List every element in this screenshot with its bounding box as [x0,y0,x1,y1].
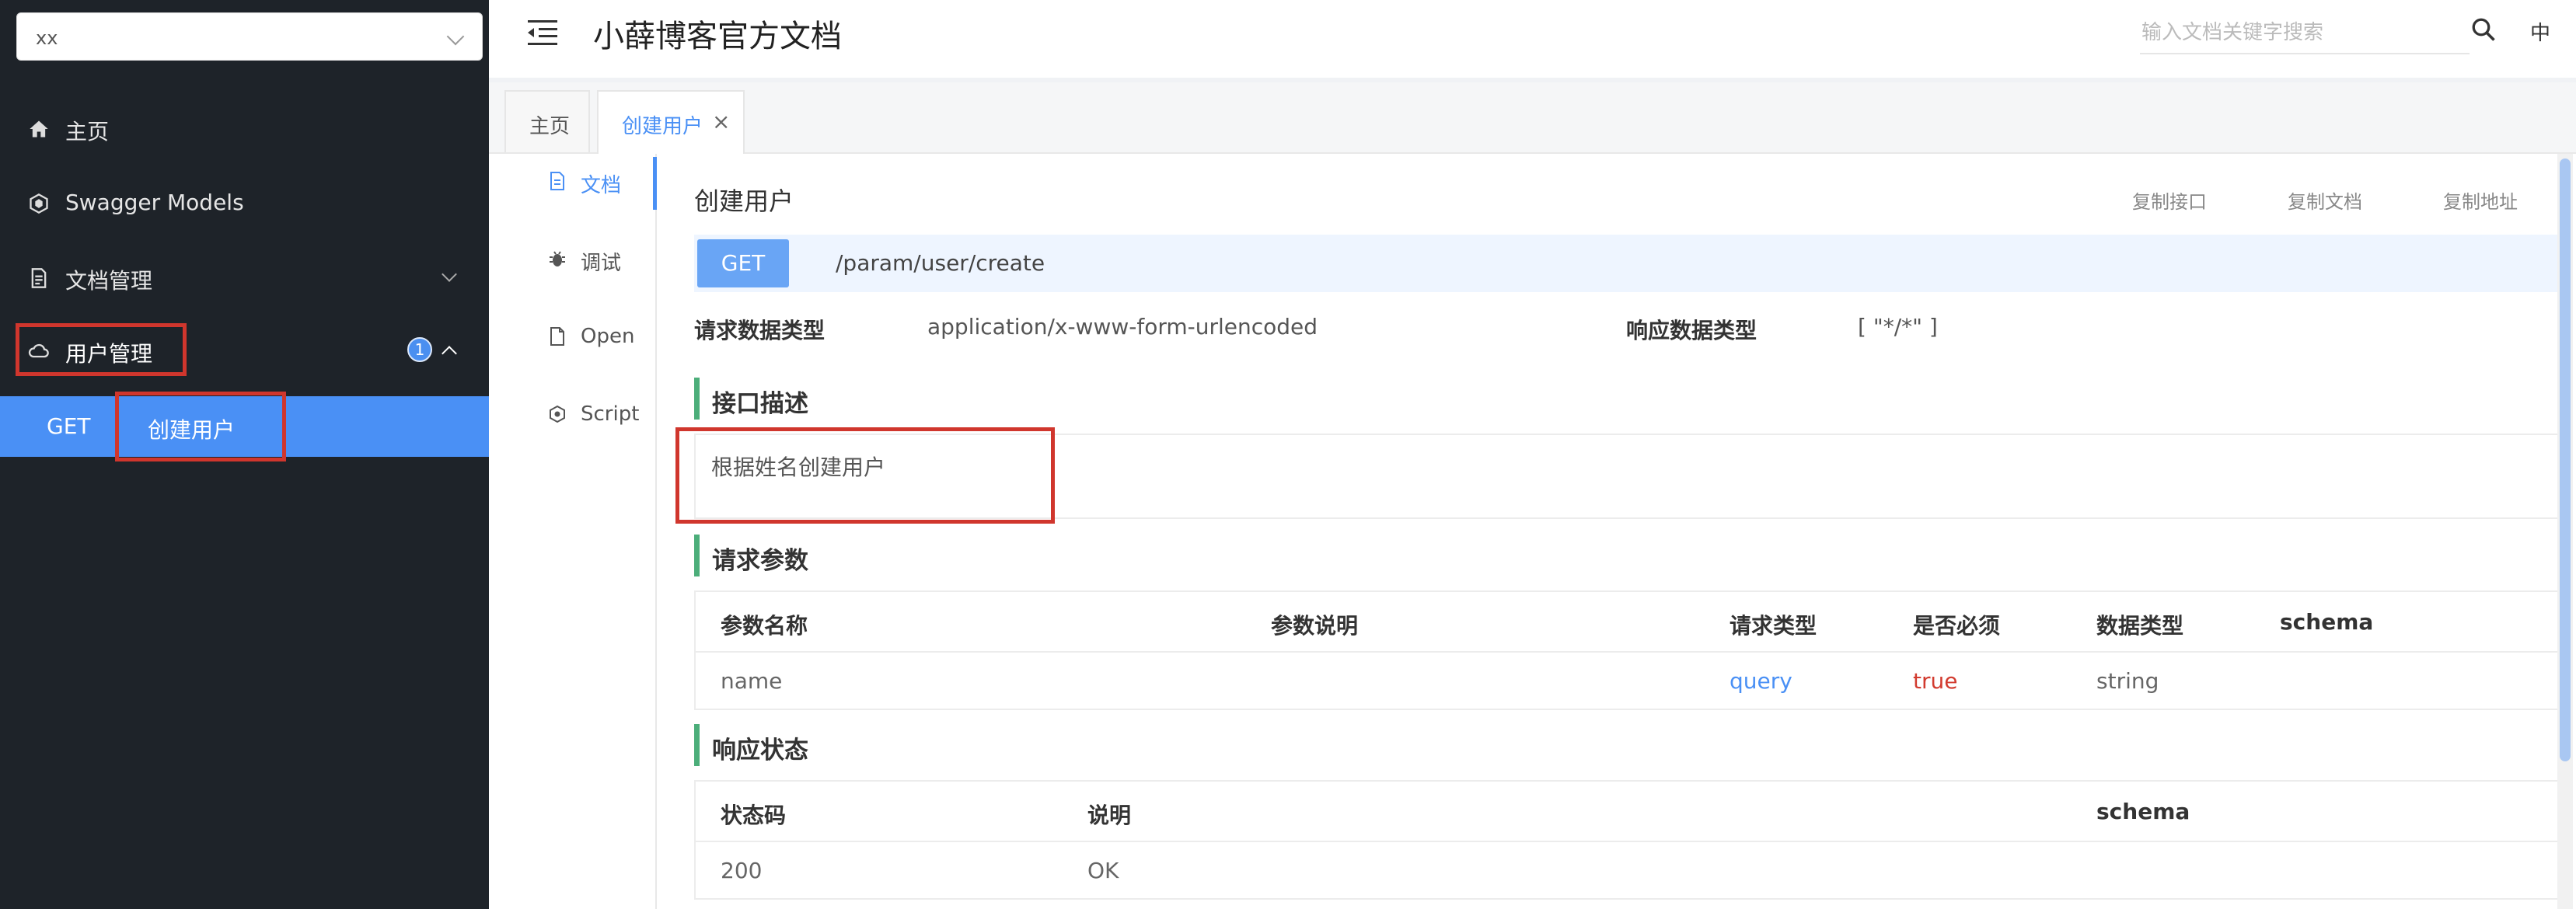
file-icon [550,327,564,346]
chevron-up-icon[interactable] [442,346,457,361]
doc-title: 创建用户 [694,186,794,216]
column-header: schema [2096,799,2190,824]
close-icon[interactable]: × [712,109,730,134]
chevron-down-icon[interactable] [442,266,457,282]
section-description: 接口描述 [694,378,808,420]
mode-label: Script [581,402,640,426]
home-icon [30,120,48,138]
column-header: schema [2280,609,2374,635]
chevron-down-icon [446,27,465,46]
doc-content: 创建用户 复制接口 复制文档 复制地址 GET /param/user/crea… [657,154,2561,909]
highlight-box-user-manage [16,323,187,376]
section-heading: 接口描述 [712,390,808,418]
sidebar-item-label: 文档管理 [65,268,153,294]
sidebar-item-label: 主页 [65,119,110,145]
tab-bar: 主页 创建用户 × [489,82,2576,154]
sidebar-item-doc-manage[interactable]: 文档管理 [0,253,489,300]
column-header: 参数名称 [721,613,808,639]
language-switch[interactable]: 中 [2530,17,2550,46]
column-header: 参数说明 [1271,613,1359,639]
method-badge: GET [697,239,789,287]
status-desc: OK [1087,858,1119,883]
method-label: GET [47,413,91,439]
status-code: 200 [721,858,763,883]
group-select-value: xx [36,27,58,49]
search-input[interactable] [2140,12,2470,54]
mode-open[interactable]: Open [489,309,654,364]
column-header: 状态码 [721,803,787,828]
script-icon [550,405,565,423]
site-title: 小薛博客官方文档 [593,19,842,54]
params-table: 参数名称 参数说明 请求类型 是否必须 数据类型 schema name que… [694,590,2561,710]
highlight-box-create-user [115,392,286,461]
tab-create-user[interactable]: 创建用户 × [597,90,745,154]
copy-url-button[interactable]: 复制地址 [2443,186,2518,214]
param-required: true [1913,668,1958,694]
column-header: 说明 [1087,803,1132,828]
top-header: 小薛博客官方文档 中 [489,0,2576,82]
tab-home[interactable]: 主页 [504,90,590,152]
tab-label: 主页 [529,115,571,138]
column-header: 请求类型 [1730,613,1817,639]
response-type-label: 响应数据类型 [1626,318,1757,343]
request-type-value: application/x-www-form-urlencoded [927,314,1318,340]
section-params: 请求参数 [694,535,808,576]
column-header: 数据类型 [2096,613,2184,639]
mode-label: Open [581,325,635,348]
search-icon[interactable] [2470,16,2497,44]
param-type: string [2096,668,2159,694]
models-icon [30,193,48,214]
status-table: 状态码 说明 schema 200 OK [694,780,2561,900]
bug-icon [550,251,565,266]
request-type-label: 请求数据类型 [694,318,826,343]
table-row: name query true string [696,651,2561,710]
copy-api-button[interactable]: 复制接口 [2132,186,2207,214]
mode-script[interactable]: Script [489,387,654,441]
sidebar-item-label: Swagger Models [65,190,244,215]
table-header-row: 状态码 说明 schema [696,782,2561,842]
count-badge: 1 [407,337,432,362]
group-select[interactable]: xx [16,12,483,61]
doc-mode-nav: 文档 调试 Open Script [489,154,657,909]
highlight-box-description [675,427,1055,524]
menu-fold-icon[interactable] [526,17,560,48]
mode-doc[interactable]: 文档 [489,154,657,210]
tab-label: 创建用户 [622,115,703,138]
copy-doc-button[interactable]: 复制文档 [2288,186,2362,214]
sidebar-item-swagger-models[interactable]: Swagger Models [0,179,489,225]
column-header: 是否必须 [1913,613,2001,639]
mode-label: 调试 [581,252,622,275]
param-name: name [721,668,783,694]
response-type-value: [ "*/*" ] [1858,314,1938,340]
table-row: 200 OK [696,841,2561,900]
api-path: /param/user/create [836,250,1045,276]
scrollbar-thumb[interactable] [2560,158,2571,761]
sidebar-item-home[interactable]: 主页 [0,104,489,151]
sidebar: xx 主页 Swagger Models 文档管理 用户管理 1 GET 创建用 [0,0,489,909]
param-in: query [1730,668,1792,694]
table-header-row: 参数名称 参数说明 请求类型 是否必须 数据类型 schema [696,592,2561,653]
section-heading: 响应状态 [712,737,808,764]
section-status: 响应状态 [694,724,808,766]
mode-debug[interactable]: 调试 [489,232,654,286]
document-manage-icon [31,268,47,288]
mode-label: 文档 [581,174,622,197]
section-heading: 请求参数 [712,547,808,575]
document-icon [550,172,564,190]
